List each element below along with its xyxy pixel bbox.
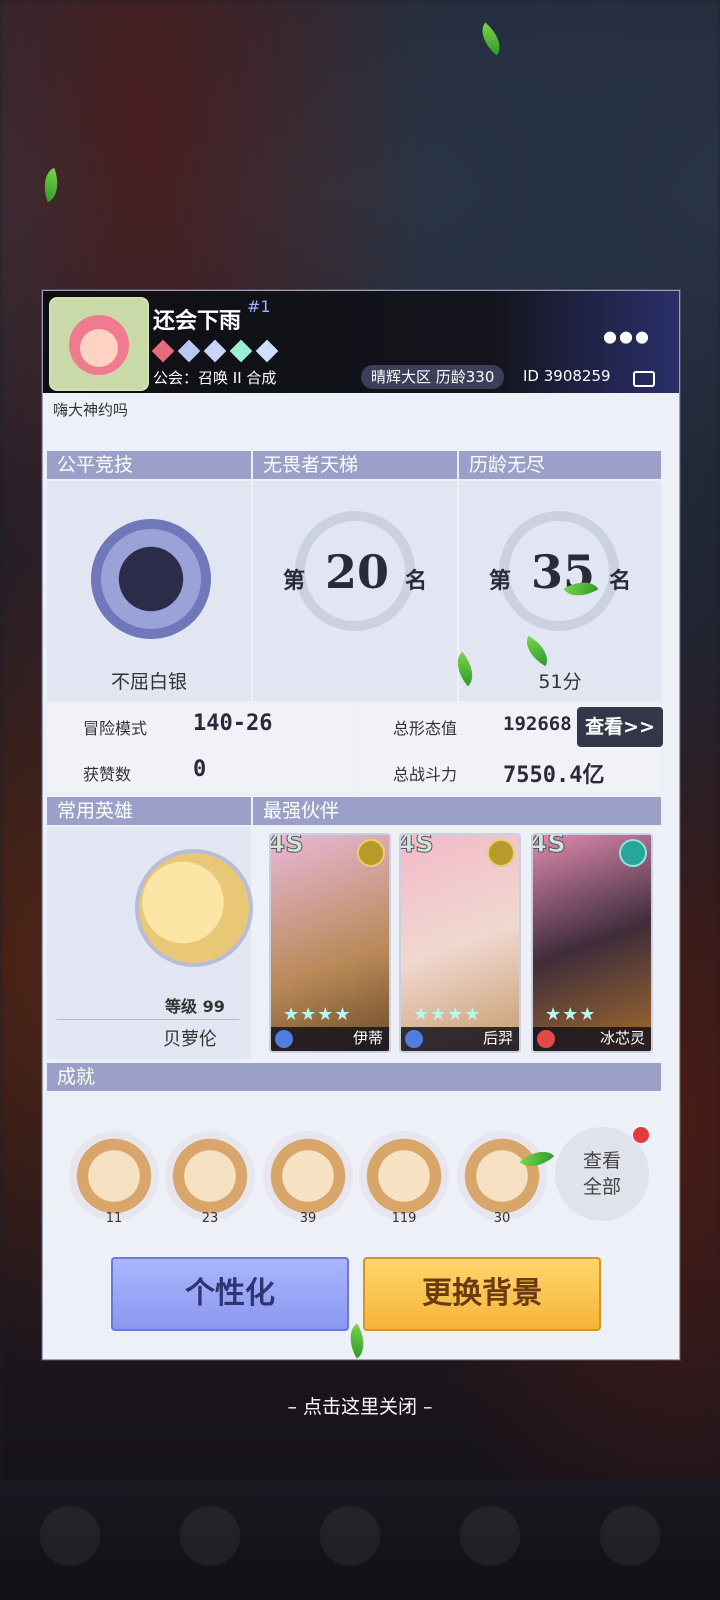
divider [57, 1019, 239, 1020]
partner-name: 冰芯灵 [599, 1029, 645, 1047]
element-icon [275, 1030, 293, 1048]
personalize-button[interactable]: 个性化 [111, 1257, 349, 1331]
ladder-rank-prefix: 第 [283, 569, 306, 594]
achievement-badge-icon[interactable] [359, 1131, 449, 1221]
partner-stars: ★★★★ [413, 1004, 482, 1025]
ladder-title: 无畏者天梯 [253, 451, 457, 479]
achievement-badge-icon[interactable] [69, 1131, 159, 1221]
hero-portrait[interactable] [135, 849, 253, 967]
player-nickname: 还会下雨 [153, 309, 242, 334]
achievement-count: 11 [105, 1211, 123, 1226]
endless-rank-suffix: 名 [609, 569, 632, 594]
fair-competition-title: 公平竞技 [47, 451, 251, 479]
fair-competition-panel[interactable]: 不屈白银 [47, 481, 251, 701]
player-avatar[interactable] [49, 297, 149, 391]
achievement-badge-icon[interactable] [457, 1131, 547, 1221]
strongest-partner-title: 最强伙伴 [253, 797, 661, 825]
likes-label: 获赞数 [83, 765, 132, 784]
close-hint[interactable]: – 点击这里关闭 – [0, 1392, 720, 1419]
class-badge-icon [619, 839, 647, 867]
partner-grade: 4S [269, 833, 304, 860]
notification-dot-icon [633, 1127, 649, 1143]
view-all-line2: 全部 [582, 1176, 621, 1198]
nav-icon[interactable] [40, 1506, 100, 1566]
player-signature: 嗨大神约吗 [53, 401, 129, 419]
nickname-rank-tag: #1 [247, 297, 271, 316]
achievement-count: 30 [493, 1211, 511, 1226]
partner-stars: ★★★ [545, 1004, 597, 1025]
server-badge: 晴辉大区 历龄330 [361, 365, 505, 389]
nav-icon[interactable] [320, 1506, 380, 1566]
endless-rank-prefix: 第 [489, 569, 512, 594]
gem-icon [203, 339, 227, 363]
profile-card: 还会下雨 #1 公会：召唤 II 合成 晴辉大区 历龄330 ID 390825… [42, 290, 680, 1360]
player-id: ID 3908259 [523, 367, 611, 385]
adventure-mode-label: 冒险模式 [83, 719, 148, 738]
gem-row [151, 339, 279, 363]
element-icon [537, 1030, 555, 1048]
hero-name: 贝萝伦 [163, 1029, 217, 1050]
guild-label: 公会：召唤 II 合成 [153, 369, 277, 387]
partner-name: 后羿 [482, 1029, 513, 1047]
nav-icon[interactable] [600, 1506, 660, 1566]
achievements-title: 成就 [47, 1063, 661, 1091]
nav-icon[interactable] [460, 1506, 520, 1566]
partner-grade: 4S [399, 833, 434, 860]
ladder-panel[interactable]: 第 20 名 [253, 481, 457, 701]
copy-id-icon[interactable] [633, 371, 655, 387]
hero-level: 等级 99 [165, 997, 225, 1016]
total-power-label: 总战斗力 [393, 765, 458, 784]
achievement-badge-icon[interactable] [165, 1131, 255, 1221]
element-icon [405, 1030, 423, 1048]
ladder-rank-number: 20 [325, 545, 390, 599]
partner-card[interactable]: 4S ★★★★ 伊蒂 [269, 833, 391, 1053]
profile-header: 还会下雨 #1 公会：召唤 II 合成 晴辉大区 历龄330 ID 390825… [43, 291, 679, 393]
silver-tier-emblem-icon [91, 519, 211, 639]
total-form-label: 总形态值 [393, 719, 458, 738]
achievement-count: 23 [201, 1211, 219, 1226]
likes-value: 0 [193, 757, 207, 782]
achievement-count: 39 [299, 1211, 317, 1226]
view-details-button[interactable]: 查看>> [577, 707, 663, 747]
more-options-icon[interactable]: ⦁⦁⦁ [603, 319, 651, 353]
endless-panel[interactable]: 第 35 名 51分 [459, 481, 661, 701]
gem-icon [229, 339, 253, 363]
class-badge-icon [357, 839, 385, 867]
ladder-rank-suffix: 名 [405, 569, 428, 594]
endless-score: 51分 [538, 671, 582, 693]
adventure-mode-value: 140-26 [193, 711, 273, 736]
view-all-line1: 查看 [582, 1150, 621, 1172]
partner-card[interactable]: 4S ★★★ 冰芯灵 [531, 833, 653, 1053]
partner-card[interactable]: 4S ★★★★ 后羿 [399, 833, 521, 1053]
partner-grade: 4S [531, 833, 566, 860]
partner-stars: ★★★★ [283, 1004, 352, 1025]
gem-icon [177, 339, 201, 363]
gem-icon [151, 339, 175, 363]
achievement-count: 119 [391, 1211, 417, 1226]
partner-name: 伊蒂 [352, 1029, 383, 1047]
nav-icon[interactable] [180, 1506, 240, 1566]
endless-title: 历龄无尽 [459, 451, 661, 479]
tier-name: 不屈白银 [110, 671, 187, 693]
class-badge-icon [487, 839, 515, 867]
gem-icon [255, 339, 279, 363]
achievement-badge-icon[interactable] [263, 1131, 353, 1221]
total-form-value: 192668 [503, 713, 572, 735]
change-background-button[interactable]: 更换背景 [363, 1257, 601, 1331]
total-power-value: 7550.4亿 [503, 763, 605, 788]
common-hero-title: 常用英雄 [47, 797, 251, 825]
